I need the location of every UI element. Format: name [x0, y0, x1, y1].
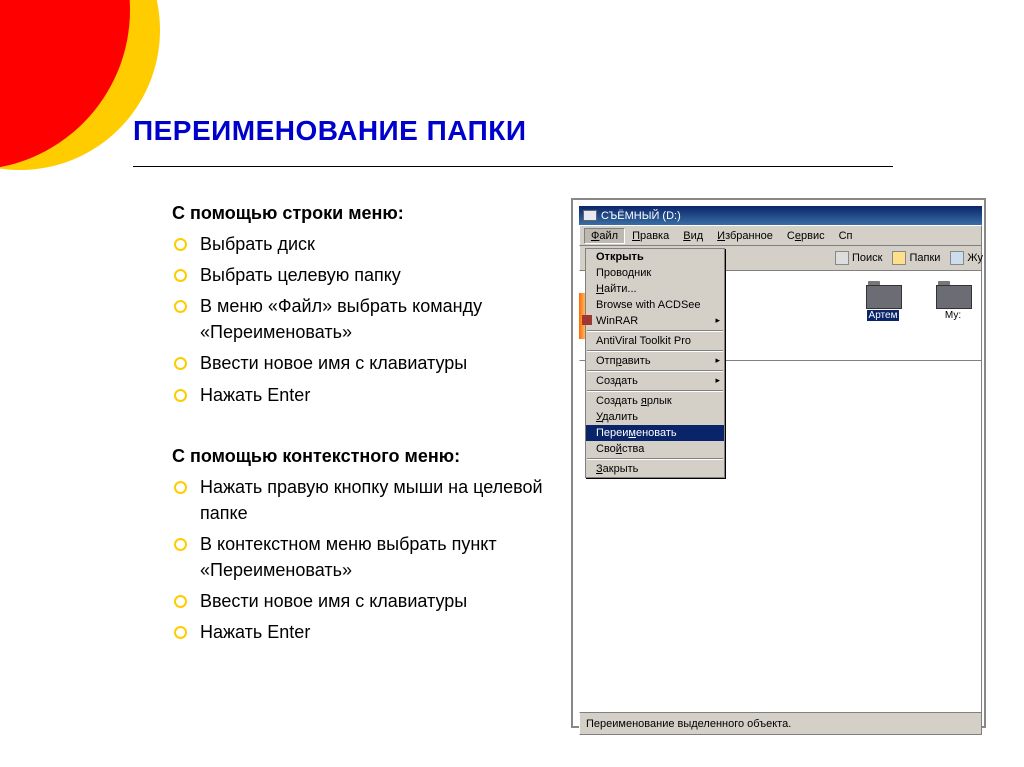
menubar-fav[interactable]: Избранное — [710, 228, 780, 244]
folder-artem-label: Артем — [867, 310, 900, 321]
section1-heading: С помощью строки меню: — [172, 200, 562, 226]
section1-list: Выбрать диск Выбрать целевую папку В мен… — [172, 231, 562, 408]
explorer-window: СЪЁМНЫЙ (D:) Файл Правка Вид Избранное С… — [579, 206, 982, 735]
menu-rename[interactable]: Переименовать — [586, 425, 724, 441]
menubar-file[interactable]: Файл — [584, 228, 625, 244]
menu-separator — [587, 350, 723, 352]
list-item: Нажать Enter — [172, 619, 562, 645]
menu-close[interactable]: Закрыть — [586, 461, 724, 477]
toolbar-journal-label: Жу — [967, 252, 983, 264]
menubar-service[interactable]: Сервис — [780, 228, 832, 244]
menu-separator — [587, 370, 723, 372]
list-item: Нажать Enter — [172, 382, 562, 408]
menu-antiviral[interactable]: AntiViral Toolkit Pro — [586, 333, 724, 349]
drive-icon — [583, 210, 597, 221]
menu-winrar[interactable]: WinRAR — [586, 313, 724, 329]
folder-artem[interactable]: Артем — [855, 281, 911, 360]
list-item: Ввести новое имя с клавиатуры — [172, 588, 562, 614]
text-column: С помощью строки меню: Выбрать диск Выбр… — [172, 200, 562, 650]
screenshot-frame: СЪЁМНЫЙ (D:) Файл Правка Вид Избранное С… — [571, 198, 986, 728]
menu-properties[interactable]: Свойства — [586, 441, 724, 457]
menu-shortcut[interactable]: Создать ярлык — [586, 393, 724, 409]
toolbar-folders-label: Папки — [909, 252, 940, 264]
list-item: В контекстном меню выбрать пункт «Переим… — [172, 531, 562, 583]
toolbar-search-label: Поиск — [852, 252, 882, 264]
window-titlebar[interactable]: СЪЁМНЫЙ (D:) — [579, 206, 982, 225]
toolbar-search[interactable]: Поиск — [830, 251, 887, 265]
search-icon — [835, 251, 849, 265]
list-item: В меню «Файл» выбрать команду «Переимено… — [172, 293, 562, 345]
toolbar-folders[interactable]: Папки — [887, 251, 945, 265]
section2-list: Нажать правую кнопку мыши на целевой пап… — [172, 474, 562, 646]
list-item: Выбрать целевую папку — [172, 262, 562, 288]
list-item: Ввести новое имя с клавиатуры — [172, 350, 562, 376]
window-title-text: СЪЁМНЫЙ (D:) — [601, 210, 681, 222]
menu-find[interactable]: Найти... — [586, 281, 724, 297]
folder-icon — [892, 251, 906, 265]
journal-icon — [950, 251, 964, 265]
statusbar-text: Переименование выделенного объекта. — [586, 718, 791, 730]
menu-delete[interactable]: Удалить — [586, 409, 724, 425]
menu-separator — [587, 390, 723, 392]
menu-separator — [587, 330, 723, 332]
slide-title: ПЕРЕИМЕНОВАНИЕ ПАПКИ — [133, 115, 526, 147]
title-rule — [133, 166, 893, 167]
menubar-view[interactable]: Вид — [676, 228, 710, 244]
menubar-edit[interactable]: Правка — [625, 228, 676, 244]
menu-open[interactable]: Открыть — [586, 249, 724, 265]
file-menu-dropdown: Открыть Проводник Найти... Browse with A… — [585, 248, 725, 478]
list-item: Нажать правую кнопку мыши на целевой пап… — [172, 474, 562, 526]
menubar-help[interactable]: Сп — [832, 228, 860, 244]
statusbar: Переименование выделенного объекта. — [579, 713, 982, 735]
menu-acdsee[interactable]: Browse with ACDSee — [586, 297, 724, 313]
menu-explorer[interactable]: Проводник — [586, 265, 724, 281]
menu-separator — [587, 458, 723, 460]
folder-muz[interactable]: Му: — [925, 281, 981, 360]
folder-icon — [866, 281, 900, 307]
menu-send[interactable]: Отправить — [586, 353, 724, 369]
section2-heading: С помощью контекстного меню: — [172, 443, 562, 469]
menu-create[interactable]: Создать — [586, 373, 724, 389]
menubar[interactable]: Файл Правка Вид Избранное Сервис Сп — [579, 225, 982, 246]
toolbar-journal[interactable]: Жу — [945, 251, 988, 265]
folder-icon — [936, 281, 970, 307]
list-item: Выбрать диск — [172, 231, 562, 257]
folder-muz-label: Му: — [945, 310, 961, 321]
